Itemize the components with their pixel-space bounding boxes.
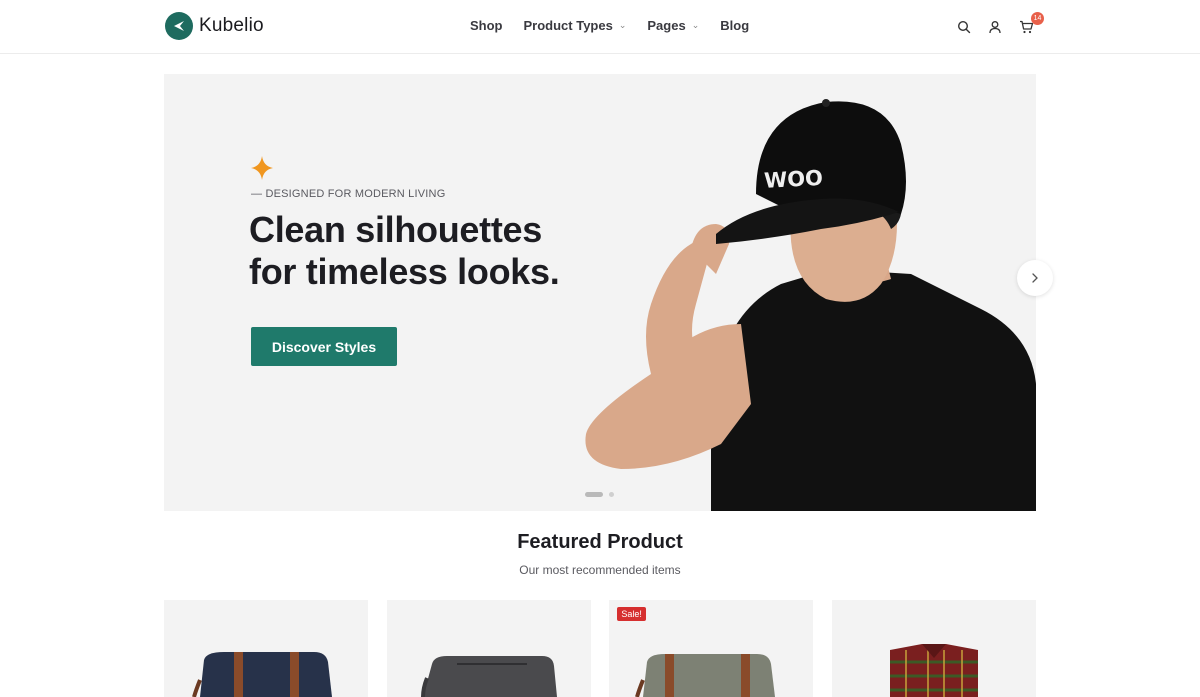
cart-icon[interactable]: 14 (1017, 12, 1044, 36)
hero-headline-line1: Clean silhouettes (249, 209, 542, 250)
product-card[interactable] (831, 600, 1036, 697)
chevron-right-icon (1032, 273, 1038, 283)
featured-subtitle: Our most recommended items (519, 563, 681, 577)
product-card[interactable]: Sale! (609, 600, 814, 697)
hero-slider: — DESIGNED FOR MODERN LIVING Clean silho… (164, 74, 1036, 511)
plaid-shirt-image (889, 644, 978, 697)
nav-item-label: Product Types (523, 18, 613, 33)
slider-dot[interactable] (609, 492, 614, 497)
cart-count-badge: 14 (1031, 12, 1044, 25)
chevron-down-icon: ⌄ (618, 20, 627, 30)
nav-item-shop[interactable]: Shop (470, 18, 503, 33)
nav-item-pages[interactable]: Pages ⌄ (647, 18, 699, 33)
slider-pagination (585, 492, 614, 497)
nav-item-label: Shop (470, 18, 503, 33)
olive-messenger-bag-image (635, 654, 776, 697)
slider-next-button[interactable] (1017, 260, 1053, 296)
nav-item-blog[interactable]: Blog (720, 18, 749, 33)
cap-logo-text: WOO (763, 166, 823, 193)
product-card[interactable] (164, 600, 368, 697)
featured-title: Featured Product (517, 531, 683, 553)
user-icon[interactable] (986, 18, 1004, 36)
nav-item-label: Pages (647, 18, 686, 33)
gray-tech-bag-image (420, 656, 557, 697)
search-icon[interactable] (955, 18, 973, 36)
brand-name: Kubelio (199, 15, 264, 36)
header-actions: 14 (955, 12, 1048, 36)
hero-model-image: WOO (585, 99, 1036, 511)
brand-logo[interactable]: Kubelio (165, 12, 264, 40)
discover-styles-button[interactable]: Discover Styles (251, 327, 397, 366)
main-nav: Shop Product Types ⌄ Pages ⌄ Blog (470, 18, 770, 33)
hero-eyebrow: — DESIGNED FOR MODERN LIVING (251, 188, 446, 200)
navy-messenger-bag-image (192, 652, 332, 697)
product-card[interactable] (386, 600, 591, 697)
sparkle-icon (251, 156, 273, 180)
hero-headline-line2: for timeless looks. (249, 251, 560, 292)
product-grid: Sale! (164, 600, 1036, 697)
chevron-down-icon: ⌄ (691, 20, 700, 30)
nav-item-product-types[interactable]: Product Types ⌄ (524, 18, 627, 33)
site-header: Kubelio Shop Product Types ⌄ Pages ⌄ Blo… (0, 0, 1200, 54)
slider-dot-active[interactable] (585, 492, 603, 497)
logo-mark-icon (165, 12, 193, 40)
nav-item-label: Blog (720, 18, 750, 33)
